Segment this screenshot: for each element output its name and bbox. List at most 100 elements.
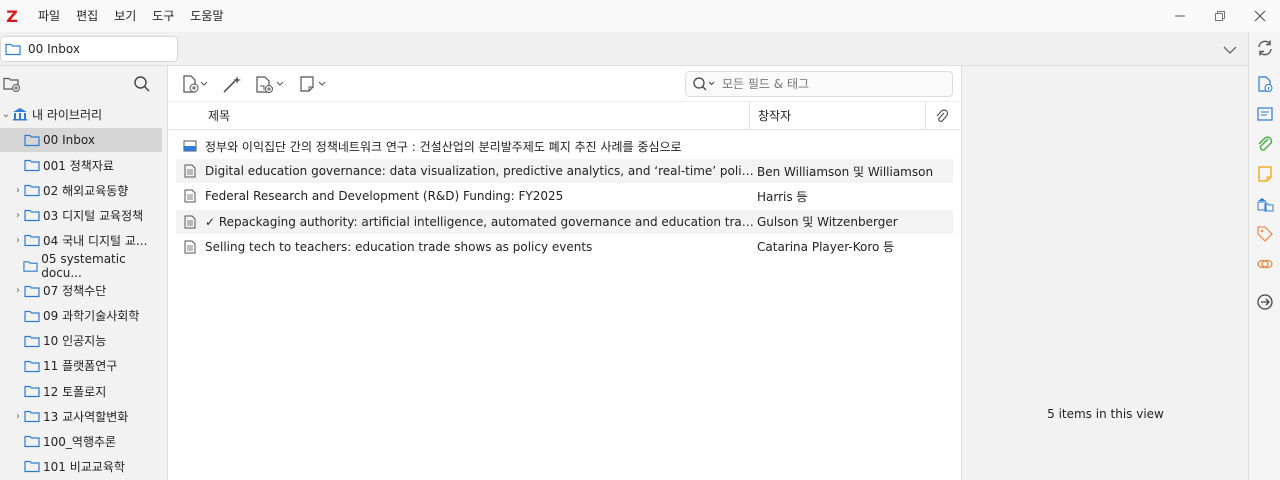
tree-collection-item[interactable]: › 07 정책수단: [0, 279, 162, 303]
related-icon: [1257, 259, 1273, 269]
collection-label: 101 비교교육학: [43, 459, 125, 474]
collection-search-button[interactable]: [132, 74, 152, 94]
expand-chevron-icon[interactable]: ›: [12, 285, 24, 296]
search-box[interactable]: [685, 71, 953, 97]
collection-label: 07 정책수단: [43, 284, 107, 299]
item-row[interactable]: Digital education governance: data visua…: [176, 159, 953, 184]
item-creator: Harris 등: [757, 189, 808, 204]
sidenav-notes[interactable]: [1255, 164, 1275, 184]
folder-icon: [24, 185, 40, 197]
tree-collection-item[interactable]: › 02 해외교육동향: [0, 178, 162, 202]
paperclip-icon: [1258, 136, 1273, 151]
library-icon: [13, 108, 27, 121]
collection-label: 05 systematic docu...: [41, 251, 126, 280]
info-icon: [1258, 76, 1273, 92]
new-note-button[interactable]: [297, 72, 329, 96]
collection-label: 13 교사역할변화: [43, 409, 129, 424]
tree-collection-item[interactable]: 101 비교교육학: [0, 454, 162, 478]
item-title: ✓ Repackaging authority: artificial inte…: [205, 214, 759, 229]
sidenav-abstract[interactable]: [1255, 104, 1275, 124]
menu-view[interactable]: 보기: [106, 0, 144, 32]
tree-collection-item[interactable]: › 04 국내 디지털 교...: [0, 228, 162, 252]
item-creator: Gulson 및 Witzenberger: [757, 215, 898, 230]
item-title: Selling tech to teachers: education trad…: [205, 239, 593, 254]
item-row[interactable]: Federal Research and Development (R&D) F…: [176, 184, 953, 208]
collapse-chevron-icon[interactable]: ⌄: [0, 109, 12, 120]
sidenav-libraries-collections[interactable]: [1255, 194, 1275, 214]
menu-tools[interactable]: 도구: [144, 0, 182, 32]
minimize-button[interactable]: [1160, 0, 1200, 32]
tab-label: 00 Inbox: [28, 42, 80, 56]
menu-edit[interactable]: 편집: [68, 0, 106, 32]
sidenav-related[interactable]: [1255, 254, 1275, 274]
collection-label: 04 국내 디지털 교...: [43, 233, 148, 248]
tree-collection-item[interactable]: 100_역행추론: [0, 429, 162, 453]
folder-icon: [24, 360, 40, 372]
column-creator-header[interactable]: 창작자: [749, 101, 925, 130]
tabs-menu-button[interactable]: [1220, 40, 1240, 60]
search-icon[interactable]: [692, 76, 716, 92]
close-button[interactable]: [1240, 0, 1280, 32]
sidenav-attachments[interactable]: [1255, 134, 1275, 154]
library-label: 내 라이브러리: [32, 107, 103, 122]
folder-icon: [24, 310, 40, 322]
tree-collection-item[interactable]: 05 systematic docu...: [0, 251, 162, 280]
item-title: 정부와 이익집단 간의 정책네트워크 연구 : 건설산업의 분리발주제도 폐지 …: [205, 139, 682, 154]
sync-button[interactable]: [1255, 38, 1275, 58]
tree-collection-item[interactable]: 10 인공지능: [0, 329, 162, 353]
report-icon: [183, 140, 197, 152]
document-icon: [184, 164, 196, 178]
expand-chevron-icon[interactable]: ›: [12, 185, 24, 196]
tree-collection-item[interactable]: 12 토폴로지: [0, 379, 162, 403]
new-item-button[interactable]: [181, 72, 209, 96]
menu-file[interactable]: 파일: [30, 0, 68, 32]
tree-my-library[interactable]: ⌄ 내 라이브러리: [0, 102, 162, 126]
sidenav-tags[interactable]: [1255, 224, 1275, 244]
column-attachments-header[interactable]: [925, 101, 955, 130]
tree-collection-item[interactable]: 001 정책자료: [0, 153, 162, 177]
item-creator: Ben Williamson 및 Williamson: [757, 164, 934, 179]
restore-button[interactable]: [1200, 0, 1240, 32]
items-pane: 제목 창작자 정부와 이익집단 간의 정책네트워크 연구 : 건설산업의 분리발…: [169, 66, 960, 480]
folder-icon: [24, 410, 40, 423]
tab-library[interactable]: 00 Inbox: [0, 36, 178, 62]
collection-label: 02 해외교육동향: [43, 183, 129, 198]
expand-chevron-icon[interactable]: ›: [12, 235, 24, 246]
sidenav-info[interactable]: [1255, 74, 1275, 94]
sidenav-locate[interactable]: [1255, 292, 1275, 312]
tag-icon: [1257, 226, 1273, 242]
collection-label: 001 정책자료: [43, 158, 114, 173]
folder-icon: [24, 134, 40, 147]
document-icon: [184, 189, 196, 203]
item-pane: 5 items in this view: [961, 66, 1248, 480]
item-creator: Catarina Player-Koro 등: [757, 240, 895, 255]
tree-collection-item[interactable]: 09 과학기술사회학: [0, 304, 162, 328]
menu-help[interactable]: 도움말: [182, 0, 231, 32]
folder-icon: [24, 436, 40, 448]
tree-collection-item[interactable]: › 13 교사역할변화: [0, 404, 162, 428]
tree-collection-item[interactable]: 00 Inbox: [0, 128, 162, 152]
column-title-header[interactable]: 제목: [208, 107, 230, 124]
add-by-identifier-button[interactable]: [221, 72, 243, 96]
search-input[interactable]: [722, 77, 942, 91]
item-row[interactable]: 정부와 이익집단 간의 정책네트워크 연구 : 건설산업의 분리발주제도 폐지 …: [176, 134, 953, 158]
document-icon: [184, 215, 196, 229]
tree-collection-item[interactable]: 11 플랫폼연구: [0, 354, 162, 378]
tree-collection-item[interactable]: › 03 디지털 교육정책: [0, 203, 162, 227]
collections-pane: ⌄ 내 라이브러리 00 Inbox 001 정책자료 › 02 해외교육동향 › 03 …: [0, 66, 168, 480]
item-row[interactable]: ✓ Repackaging authority: artificial inte…: [176, 209, 953, 234]
collection-label: 09 과학기술사회학: [43, 309, 140, 324]
add-attachment-button[interactable]: [253, 72, 287, 96]
expand-chevron-icon[interactable]: ›: [12, 210, 24, 221]
item-count-message: 5 items in this view: [1047, 407, 1164, 421]
collection-label: 11 플랫폼연구: [43, 359, 118, 374]
folder-icon: [24, 235, 40, 247]
item-row[interactable]: Selling tech to teachers: education trad…: [176, 235, 953, 259]
folder-icon: [24, 285, 40, 297]
expand-chevron-icon[interactable]: ›: [12, 411, 24, 422]
items-toolbar: [169, 66, 960, 102]
folder-icon: [23, 260, 38, 272]
document-icon: [184, 240, 196, 254]
collection-label: 00 Inbox: [43, 133, 95, 147]
new-collection-button[interactable]: [2, 74, 22, 94]
